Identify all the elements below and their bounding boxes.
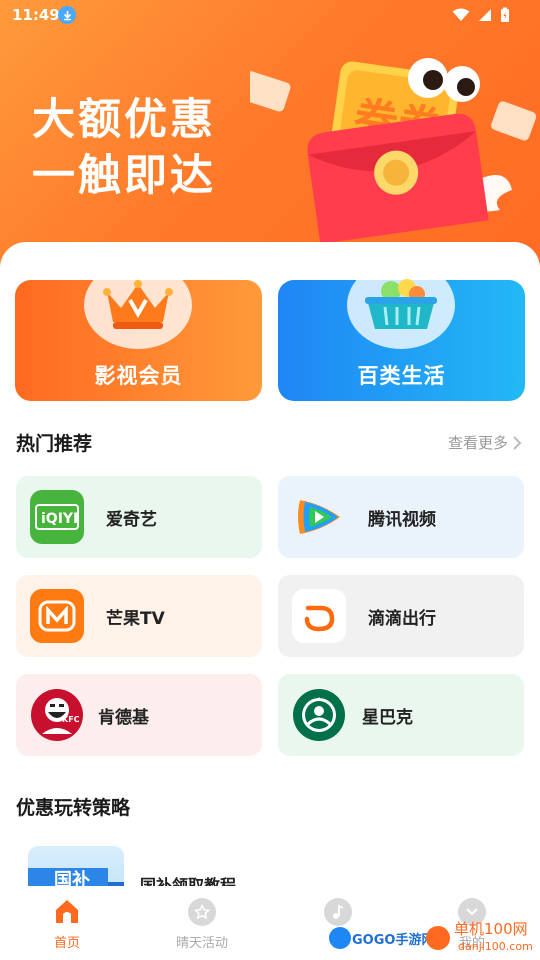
category-label: 影视会员 — [94, 364, 183, 388]
category-card-video-vip[interactable]: 影视会员 — [15, 261, 262, 401]
watermark-brand: GOGO手游网 — [352, 932, 434, 948]
starbucks-logo-icon — [292, 688, 346, 742]
brand-tile-iqiyi[interactable]: iQIYI 爱奇艺 — [16, 476, 262, 558]
brand-tile-kfc[interactable]: KFC 肯德基 — [16, 674, 262, 756]
brand-tile-didi[interactable]: 滴滴出行 — [278, 575, 524, 657]
mango-tv-logo-icon — [30, 589, 84, 643]
chevron-right-icon — [513, 435, 522, 450]
kfc-logo-icon: KFC — [30, 688, 84, 742]
main-content: 影视会员 百类生活 热门推荐 查看更多 iQIYI 爱奇艺 腾讯视频 芒果TV … — [0, 242, 540, 960]
svg-text:iQIYI: iQIYI — [41, 511, 78, 527]
hero-title-line2: 一触即达 — [32, 151, 216, 201]
star-badge-icon — [188, 898, 216, 926]
nav-label: 首页 — [53, 936, 80, 951]
coupon-mascot-illustration: 券 券 — [250, 58, 537, 244]
brand-name: 腾讯视频 — [368, 510, 436, 530]
svg-text:KFC: KFC — [62, 715, 80, 724]
basket-icon — [347, 261, 455, 349]
brand-tile-tencent-video[interactable]: 腾讯视频 — [278, 476, 524, 558]
iqiyi-logo-icon: iQIYI — [30, 490, 84, 544]
brand-name: 星巴克 — [362, 708, 413, 728]
crown-icon — [84, 261, 192, 349]
battery-icon — [501, 7, 509, 22]
tencent-video-logo-icon — [292, 490, 346, 544]
watermark: GOGO手游网 单机100网 danji100.com — [328, 916, 540, 960]
wifi-icon — [452, 8, 470, 21]
hero-title-line1: 大额优惠 — [32, 95, 216, 145]
watermark-site: 单机100网 — [454, 920, 528, 938]
signal-icon — [479, 9, 491, 21]
brand-name: 滴滴出行 — [368, 609, 436, 629]
brand-name: 爱奇艺 — [106, 510, 157, 530]
brand-tile-mango-tv[interactable]: 芒果TV — [16, 575, 262, 657]
brand-tile-starbucks[interactable]: 星巴克 — [278, 674, 524, 756]
category-card-life[interactable]: 百类生活 — [278, 261, 525, 401]
watermark-url: danji100.com — [458, 940, 533, 953]
brand-name: 肯德基 — [98, 708, 149, 728]
category-label: 百类生活 — [357, 364, 446, 388]
home-icon — [53, 898, 81, 926]
status-time: 11:49 — [12, 6, 60, 24]
hot-section-title: 热门推荐 — [16, 433, 93, 455]
strategy-section-title: 优惠玩转策略 — [16, 797, 131, 819]
nav-activities[interactable]: 晴天活动 — [152, 898, 252, 951]
view-more-link[interactable]: 查看更多 — [448, 432, 522, 453]
nav-home[interactable]: 首页 — [17, 898, 117, 951]
brand-name: 芒果TV — [106, 609, 165, 629]
hero-title: 大额优惠 一触即达 — [32, 92, 216, 204]
nav-label: 晴天活动 — [175, 936, 228, 951]
status-bar: 11:49 — [0, 0, 540, 32]
didi-logo-icon — [292, 589, 346, 643]
download-icon — [58, 6, 76, 24]
view-more-label: 查看更多 — [447, 434, 508, 452]
